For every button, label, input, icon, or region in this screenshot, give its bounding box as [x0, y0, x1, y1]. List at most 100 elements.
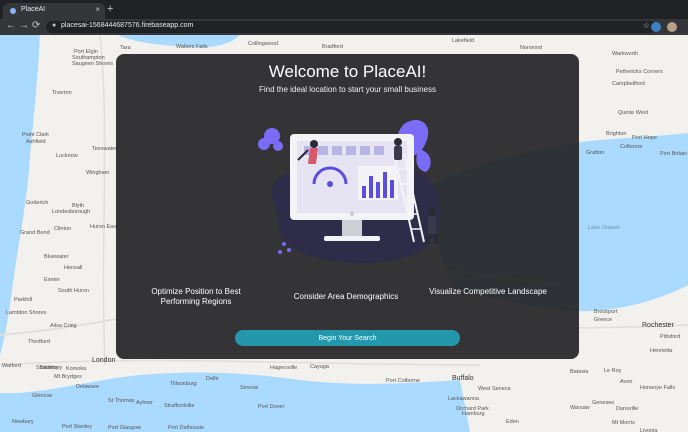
- map-place-label: Avon: [620, 379, 633, 385]
- bookmark-star-icon[interactable]: ☆: [643, 21, 650, 30]
- reload-button[interactable]: ⟳: [32, 20, 40, 31]
- map-place-label: Saugeen Shores: [72, 61, 113, 67]
- map-place-label: Hensall: [64, 265, 83, 271]
- map-place-label: Norwood: [520, 45, 543, 51]
- map-place-label: Port Stanley: [62, 424, 92, 430]
- map-place-label: West Seneca: [478, 386, 511, 392]
- map-place-label: Port Hope: [632, 135, 657, 141]
- map-place-label: Teeswater: [92, 146, 118, 152]
- map-place-label: Buffalo: [452, 375, 474, 382]
- map-place-label: Huron East: [90, 224, 118, 230]
- map-place-label: Batavia: [570, 369, 589, 375]
- map-place-label: Honeoye Falls: [640, 385, 676, 391]
- dashboard-illustration: [258, 120, 441, 264]
- welcome-modal: Welcome to PlaceAI! Find the ideal locat…: [116, 54, 579, 359]
- map-place-label: Cayuga: [310, 364, 329, 370]
- map-place-label: Le Roy: [604, 368, 622, 374]
- modal-subtitle: Find the ideal location to start your sm…: [259, 85, 436, 94]
- map-place-label: Delaware: [76, 384, 100, 390]
- lock-icon: ●: [52, 22, 57, 29]
- map-place-label: Colborne: [620, 144, 643, 150]
- map-place-label: Ashfield: [26, 139, 46, 145]
- map-place-label: Port Britain: [660, 151, 688, 157]
- map-place-label: London: [92, 357, 116, 364]
- map-place-label: Lambton Shores: [6, 310, 47, 316]
- map-place-label: Simcoe: [240, 385, 259, 391]
- feature-optimize-position: Optimize Position to Best Performing Reg…: [151, 287, 241, 306]
- map-place-label: Port Colborne: [386, 378, 420, 384]
- map-place-label: Dansville: [616, 406, 639, 412]
- extension-icon[interactable]: [651, 22, 661, 32]
- map-place-label: Lackawanna: [448, 396, 479, 402]
- map-place-label: Warsaw: [570, 405, 590, 411]
- map-place-label: Wingham: [86, 170, 110, 176]
- map-place-label: Rochester: [642, 322, 674, 329]
- map-place-label: Aylmer: [136, 400, 154, 406]
- tab-close-icon[interactable]: ×: [95, 5, 100, 14]
- map-place-label: Tiverton: [52, 90, 72, 96]
- map-place-label: Komoka: [66, 366, 87, 372]
- map-place-label: Goderich: [26, 200, 49, 206]
- feature-competitive-landscape: Visualize Competitive Landscape: [429, 287, 547, 296]
- feature-area-demographics: Consider Area Demographics: [293, 292, 399, 301]
- map-place-label: Pethericks Corners: [616, 69, 663, 75]
- map-place-label: Port Dalhousie: [168, 425, 205, 431]
- browser-tab-bar: PlaceAI × +: [0, 0, 688, 19]
- address-bar[interactable]: ● placesai-1568444687576.firebaseapp.com…: [46, 21, 656, 33]
- map-place-label: Walters Falls: [176, 44, 208, 50]
- map-place-label: Livonia: [640, 428, 658, 432]
- map-place-label: Parkhill: [14, 297, 33, 303]
- map-place-label: Port Glasgow: [108, 425, 142, 431]
- map-place-label: Pittsford: [660, 334, 681, 340]
- map-place-label: Lucknow: [56, 153, 78, 159]
- url-text[interactable]: placesai-1568444687576.firebaseapp.com: [61, 22, 193, 29]
- map-place-label: Bluewater: [44, 254, 69, 260]
- browser-toolbar: ← → ⟳ ● placesai-1568444687576.firebasea…: [0, 19, 688, 35]
- map-place-label: Glencoe: [32, 393, 53, 399]
- map-place-label: Hagersville: [270, 365, 298, 371]
- profile-avatar[interactable]: [667, 22, 677, 32]
- modal-title: Welcome to PlaceAI!: [268, 62, 427, 81]
- map-place-label: Grand Bend: [20, 230, 50, 236]
- map-place-label: Warkworth: [612, 51, 639, 57]
- map-place-label: Tara: [120, 45, 131, 51]
- map-place-label: Campbellford: [612, 81, 645, 87]
- map-place-label: Watford: [2, 363, 22, 369]
- map-place-label: Geneseo: [592, 400, 615, 406]
- map-place-label: Straffordville: [164, 403, 195, 409]
- map-place-label: Clinton: [54, 226, 72, 232]
- map-place-label: South Huron: [58, 288, 89, 294]
- forward-button[interactable]: →: [19, 20, 29, 31]
- lake-huron: [0, 35, 40, 355]
- map-place-label: Tillsonburg: [170, 381, 197, 387]
- new-tab-button[interactable]: +: [107, 3, 113, 15]
- map-place-label: Thedford: [28, 339, 51, 345]
- map-place-label: Hamburg: [462, 411, 485, 417]
- begin-search-button[interactable]: Begin Your Search: [235, 330, 460, 346]
- map-place-label: Londesborough: [52, 209, 91, 215]
- map-place-label: Brighton: [606, 131, 627, 137]
- favicon-icon: [10, 8, 16, 14]
- browser-tab[interactable]: PlaceAI ×: [3, 3, 105, 19]
- map-place-label: Lake Ontario: [588, 225, 620, 231]
- map-place-label: Port Dover: [258, 404, 285, 410]
- map-place-label: Newbury: [12, 419, 34, 425]
- map-place-label: Quinte West: [618, 110, 649, 116]
- map-place-label: Ailsa Craig: [50, 323, 77, 329]
- map-place-label: Lakefield: [452, 38, 475, 44]
- map-place-label: Exeter: [44, 277, 60, 283]
- map-place-label: Henrietta: [650, 348, 673, 354]
- map-place-label: Greece: [594, 317, 613, 323]
- map-place-label: Collingwood: [248, 41, 278, 47]
- map-place-label: Mt Brydges: [54, 374, 82, 380]
- map-place-label: Bradford: [322, 44, 344, 50]
- map-place-label: Point Clark: [22, 132, 49, 138]
- map-place-label: Strathroy: [36, 365, 59, 371]
- map-place-label: Delhi: [206, 376, 219, 382]
- tab-title: PlaceAI: [21, 6, 46, 13]
- map-place-label: St Thomas: [108, 398, 135, 404]
- map-place-label: Eden: [506, 419, 519, 425]
- map-place-label: Brockport: [594, 309, 618, 315]
- back-button[interactable]: ←: [6, 20, 16, 31]
- map-place-label: Mt Morris: [612, 420, 635, 426]
